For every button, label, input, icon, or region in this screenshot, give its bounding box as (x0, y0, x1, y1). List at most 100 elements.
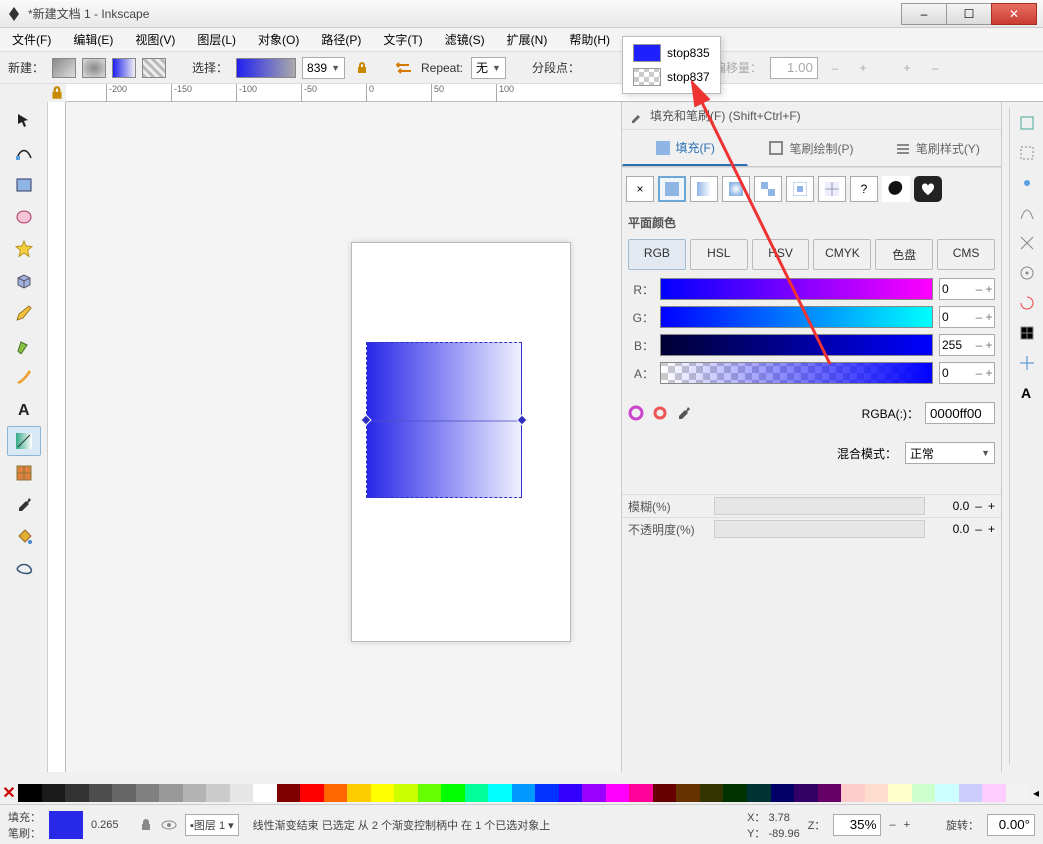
status-current-color[interactable] (49, 811, 83, 839)
palette-swatch[interactable] (771, 784, 795, 802)
palette-swatch[interactable] (912, 784, 936, 802)
palette-swatch[interactable] (818, 784, 842, 802)
tool-calligraphy[interactable] (7, 362, 41, 392)
palette-strip[interactable] (18, 784, 1029, 802)
palette-swatch[interactable] (629, 784, 653, 802)
tool-paintbucket[interactable] (7, 522, 41, 552)
tool-dropper[interactable] (7, 490, 41, 520)
blur-inc[interactable]: + (988, 499, 995, 513)
paint-pattern[interactable] (754, 176, 782, 202)
add-stop-button[interactable]: + (896, 57, 918, 79)
palette-swatch[interactable] (676, 784, 700, 802)
palette-swatch[interactable] (42, 784, 66, 802)
menu-layer[interactable]: 图层(L) (191, 29, 242, 50)
b-dec[interactable]: – (974, 338, 984, 352)
tool-pencil[interactable] (7, 298, 41, 328)
palette-swatch[interactable] (747, 784, 771, 802)
delete-stop-button[interactable]: – (924, 57, 946, 79)
palette-swatch[interactable] (418, 784, 442, 802)
palette-swatch[interactable] (159, 784, 183, 802)
paint-radial[interactable] (722, 176, 750, 202)
opacity-dec[interactable]: – (975, 522, 982, 536)
menu-text[interactable]: 文字(T) (377, 29, 428, 50)
tool-ellipse[interactable] (7, 202, 41, 232)
blend-mode-select[interactable]: 正常 ▼ (905, 442, 995, 464)
palette-swatch[interactable] (841, 784, 865, 802)
model-hsl[interactable]: HSL (690, 239, 748, 270)
tool-gradient[interactable] (7, 426, 41, 456)
snap-intersection[interactable] (1018, 234, 1036, 252)
channel-b-slider[interactable] (660, 334, 933, 356)
palette-swatch[interactable] (253, 784, 277, 802)
tool-tweak[interactable] (7, 554, 41, 584)
menu-path[interactable]: 路径(P) (315, 29, 367, 50)
tab-stroke-style[interactable]: 笔刷样式(Y) (875, 130, 1001, 166)
palette-swatch[interactable] (277, 784, 301, 802)
tool-text[interactable]: A (7, 394, 41, 424)
b-inc[interactable]: + (984, 338, 994, 352)
palette-swatch[interactable] (535, 784, 559, 802)
reverse-gradient-button[interactable] (393, 57, 415, 79)
r-dec[interactable]: – (974, 282, 984, 296)
palette-swatch[interactable] (324, 784, 348, 802)
paint-linear[interactable] (690, 176, 718, 202)
zoom-input[interactable] (833, 814, 881, 836)
opacity-inc[interactable]: + (988, 522, 995, 536)
model-cms[interactable]: CMS (937, 239, 995, 270)
model-hsv[interactable]: HSV (752, 239, 810, 270)
rotate-input[interactable] (987, 814, 1035, 836)
palette-swatch[interactable] (512, 784, 536, 802)
paint-flat[interactable] (658, 176, 686, 202)
paint-none[interactable]: × (626, 176, 654, 202)
lock-gradient-button[interactable] (351, 57, 373, 79)
palette-swatch[interactable] (89, 784, 113, 802)
tool-rect[interactable] (7, 170, 41, 200)
palette-swatch[interactable] (582, 784, 606, 802)
palette-swatch[interactable] (230, 784, 254, 802)
model-cmyk[interactable]: CMYK (813, 239, 871, 270)
palette-swatch[interactable] (136, 784, 160, 802)
maximize-button[interactable]: ☐ (946, 3, 992, 25)
snap-node[interactable] (1018, 174, 1036, 192)
palette-swatch[interactable] (65, 784, 89, 802)
palette-swatch[interactable] (959, 784, 983, 802)
visibility-icon[interactable] (161, 818, 177, 832)
a-dec[interactable]: – (974, 366, 984, 380)
new-linear-swatch[interactable] (52, 58, 76, 78)
channel-g-input[interactable] (940, 310, 974, 324)
tab-fill[interactable]: 填充(F) (622, 130, 748, 166)
new-current-swatch[interactable] (112, 58, 136, 78)
model-rgb[interactable]: RGB (628, 239, 686, 270)
stop-item-0[interactable]: stop835 (627, 41, 716, 65)
offset-input[interactable] (770, 57, 818, 79)
menu-edit[interactable]: 编辑(E) (67, 29, 119, 50)
palette-swatch[interactable] (488, 784, 512, 802)
snap-grid[interactable] (1018, 324, 1036, 342)
palette-none[interactable]: ✕ (0, 783, 18, 803)
palette-swatch[interactable] (394, 784, 418, 802)
snap-toggle[interactable] (1018, 114, 1036, 132)
palette-swatch[interactable] (888, 784, 912, 802)
paint-blob[interactable] (882, 176, 910, 202)
palette-swatch[interactable] (1006, 784, 1030, 802)
tool-pen[interactable] (7, 330, 41, 360)
blur-dec[interactable]: – (975, 499, 982, 513)
snap-center[interactable] (1018, 264, 1036, 282)
palette-swatch[interactable] (441, 784, 465, 802)
minimize-button[interactable]: – (901, 3, 947, 25)
gradient-line[interactable] (366, 420, 522, 422)
tool-star[interactable] (7, 234, 41, 264)
palette-swatch[interactable] (183, 784, 207, 802)
channel-g-slider[interactable] (660, 306, 933, 328)
gradient-stop-dropdown[interactable]: stop835 stop837 (622, 36, 721, 94)
palette-swatch[interactable] (865, 784, 889, 802)
channel-b-input[interactable] (940, 338, 974, 352)
close-button[interactable]: ✕ (991, 3, 1037, 25)
palette-swatch[interactable] (465, 784, 489, 802)
canvas[interactable] (66, 102, 621, 772)
opacity-slider[interactable] (714, 520, 925, 538)
offset-dec[interactable]: – (824, 57, 846, 79)
tab-stroke-paint[interactable]: 笔刷绘制(P) (748, 130, 874, 166)
palette-swatch[interactable] (300, 784, 324, 802)
menu-view[interactable]: 视图(V) (129, 29, 181, 50)
